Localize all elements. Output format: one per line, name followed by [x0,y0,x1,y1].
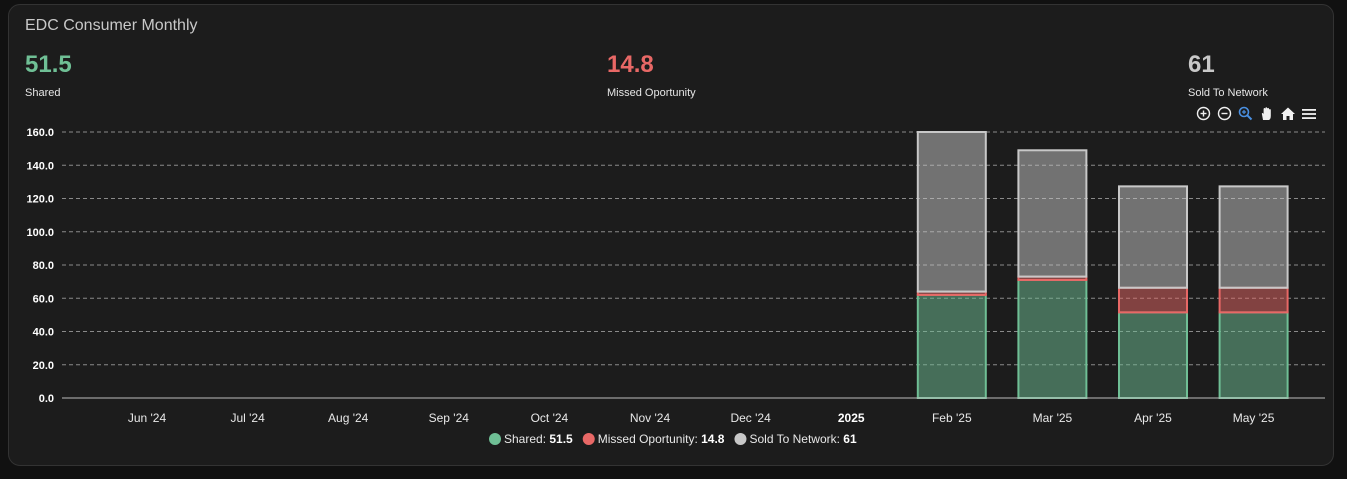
stat-missed: 14.8 Missed Oportunity [607,51,696,99]
zoom-selection-icon[interactable] [1237,105,1254,122]
stat-shared-value: 51.5 [25,51,72,78]
zoom-out-icon[interactable] [1216,105,1233,122]
stat-sold-label: Sold To Network [1188,87,1268,99]
pan-hand-icon[interactable] [1258,105,1275,122]
home-reset-icon[interactable] [1279,105,1296,122]
chart-card: EDC Consumer Monthly 51.5 Shared 14.8 Mi… [8,4,1334,466]
stat-missed-value: 14.8 [607,51,654,78]
chart-toolbar [1195,105,1317,122]
zoom-in-icon[interactable] [1195,105,1212,122]
stat-shared: 51.5 Shared [25,51,72,99]
menu-icon[interactable] [1300,105,1317,122]
stat-sold-value: 61 [1188,51,1215,78]
stat-missed-label: Missed Oportunity [607,87,696,99]
stat-sold: 61 Sold To Network [1188,51,1268,99]
card-title: EDC Consumer Monthly [25,17,198,34]
stat-shared-label: Shared [25,87,61,99]
